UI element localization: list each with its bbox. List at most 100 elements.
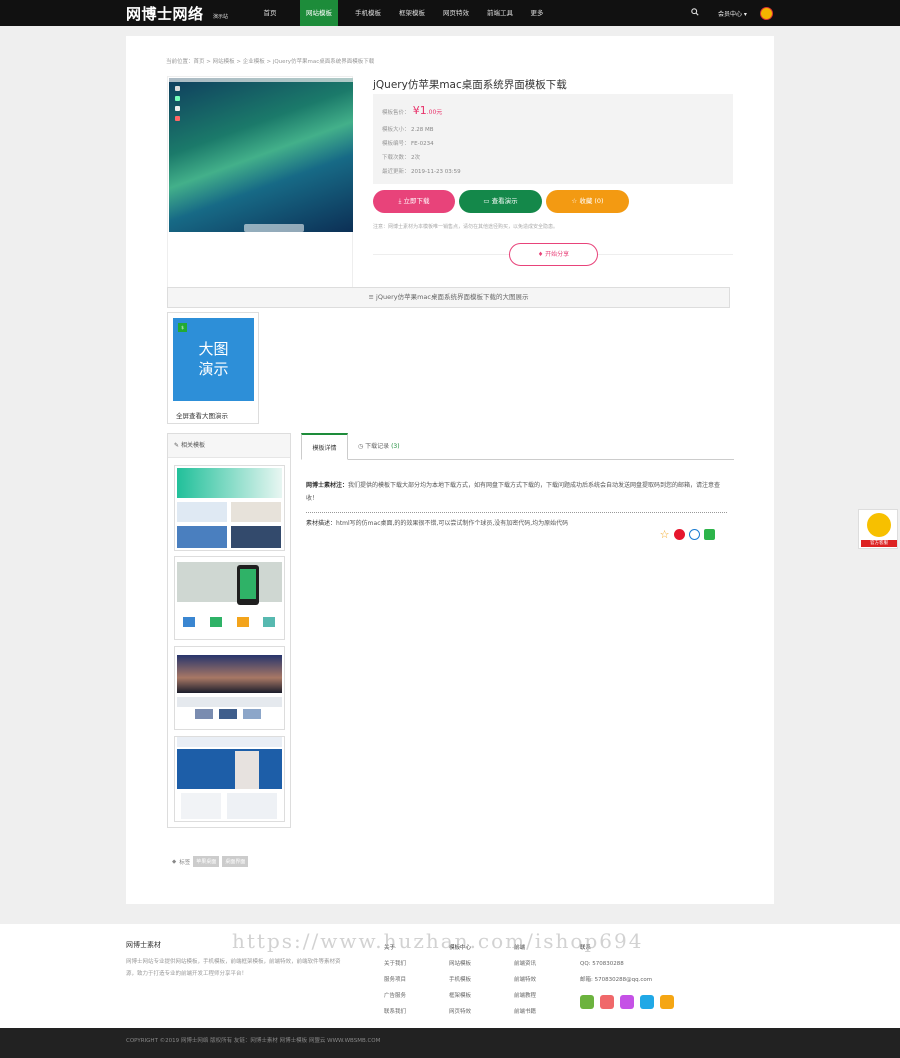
purchase-note: 注意：网博士素材为本模板唯一销售点，请勿在其他途径购买，以免造成安全隐患。: [373, 224, 559, 230]
tags-label: 标签: [179, 859, 191, 866]
footer-link[interactable]: 前端资讯: [514, 956, 536, 972]
footer-email: 邮箱: 570830288@qq.com: [580, 977, 653, 983]
price-value: ¥1: [412, 104, 427, 117]
weibo-icon[interactable]: [674, 529, 685, 540]
code-label: 模板编号：: [382, 141, 410, 147]
detail-tabs: 模板详情 ◷ 下载记录 (3): [301, 433, 734, 460]
top-bar: 网博士网络 演示站 首页 网站模板 手机模板 框架模板 网页特效 前端工具 更多…: [0, 0, 900, 26]
breadcrumb[interactable]: 当前位置：首页 > 网站模板 > 企业模板 > jQuery仿苹果mac桌面系统…: [166, 57, 374, 65]
size-value: 2.28 MB: [411, 127, 434, 133]
related-templates-sidebar: ✎ 相关模板: [167, 433, 291, 828]
pinterest-icon[interactable]: [600, 995, 614, 1009]
nav-frontend-tools[interactable]: 前端工具: [478, 0, 522, 26]
copyright-bar: COPYRIGHT ©2019 网博士网络 版权所有 友链：网博士素材 网博士模…: [0, 1028, 900, 1058]
demo-image-text-1: 大图: [198, 340, 229, 358]
footer-link[interactable]: 网站模板: [449, 956, 471, 972]
download-button[interactable]: ⤓ 立即下载: [373, 190, 455, 213]
template-title: jQuery仿苹果mac桌面系统界面模板下载: [373, 79, 567, 91]
dotted-divider: [306, 512, 727, 513]
member-center-menu[interactable]: 会员中心 ▾: [718, 9, 747, 18]
footer-description: 网博士网站专业提供网站模板，手机模板，前端框架模板，前端特效，前端软件等素材资源…: [126, 959, 341, 977]
price-unit: .00元: [426, 109, 443, 116]
footer-link[interactable]: 服务项目: [384, 972, 406, 988]
site-logo[interactable]: 网博士网络: [126, 3, 204, 24]
footer-link[interactable]: 框架模板: [449, 988, 471, 1004]
description-text: html写的仿mac桌面,的的效果很不错,可以尝试制作个球员,没有加密代码,均为…: [336, 520, 569, 527]
share-label: 开始分享: [545, 251, 570, 258]
footer-link[interactable]: 前端教程: [514, 988, 536, 1004]
pinterest-icon[interactable]: [689, 529, 700, 540]
rss-icon[interactable]: [640, 995, 654, 1009]
template-description: 素材描述：html写的仿mac桌面,的的效果很不错,可以尝试制作个球员,没有加密…: [306, 518, 568, 527]
downloads-label: 下载次数：: [382, 155, 410, 161]
updated-label: 最近更新：: [382, 169, 410, 175]
related-template-thumb[interactable]: [174, 556, 285, 640]
downloads-value: 2次: [411, 155, 420, 161]
demo-corner-badge: $: [178, 323, 187, 332]
footer-social-icons: [580, 995, 674, 1009]
view-demo-button[interactable]: ▭ 查看演示: [459, 190, 542, 213]
footer-link[interactable]: 手机模板: [449, 972, 471, 988]
weibo-icon[interactable]: [580, 995, 594, 1009]
qq-icon[interactable]: [620, 995, 634, 1009]
tab-download-records[interactable]: ◷ 下载记录 (3): [358, 433, 400, 460]
gallery-section-title: jQuery仿苹果mac桌面系统界面模板下载的大图展示: [376, 293, 529, 301]
related-templates-title: 相关模板: [180, 442, 205, 449]
tag-icon: ◆: [172, 858, 177, 865]
qzone-star-icon[interactable]: ☆: [659, 529, 670, 540]
footer-link[interactable]: 前端书籍: [514, 1004, 536, 1020]
main-nav: 首页 网站模板 手机模板 框架模板 网页特效 前端工具 更多: [248, 0, 552, 26]
related-template-thumb[interactable]: [174, 465, 285, 551]
footer-qq: QQ: 570830288: [580, 961, 624, 967]
footer-brand: 网博士素材: [126, 941, 161, 949]
nav-home[interactable]: 首页: [248, 0, 292, 26]
gallery-section-bar: ≡ jQuery仿苹果mac桌面系统界面模板下载的大图展示: [167, 287, 730, 308]
user-avatar[interactable]: [760, 7, 773, 20]
main-card: 当前位置：首页 > 网站模板 > 企业模板 > jQuery仿苹果mac桌面系统…: [126, 36, 774, 904]
download-label: 立即下载: [403, 197, 430, 205]
monitor-icon: ▭: [483, 197, 492, 205]
service-label: 官方客服: [861, 540, 897, 547]
nav-more[interactable]: 更多: [522, 0, 552, 26]
footer-link[interactable]: 广告服务: [384, 988, 406, 1004]
nav-web-effects[interactable]: 网页特效: [434, 0, 478, 26]
tag-item[interactable]: 桌面界面: [222, 856, 249, 867]
social-share-icons: ☆: [659, 529, 715, 540]
footer-link[interactable]: 联系我们: [384, 1004, 406, 1020]
size-label: 模板大小：: [382, 127, 410, 133]
favorite-label: 收藏 (0): [579, 197, 604, 205]
favorite-button[interactable]: ☆ 收藏 (0): [546, 190, 629, 213]
code-value: FE-0234: [411, 141, 434, 147]
wechat-icon[interactable]: [660, 995, 674, 1009]
wrench-icon: ✎: [174, 442, 181, 449]
share-button[interactable]: ♦ 开始分享: [509, 243, 598, 266]
related-template-thumb[interactable]: [174, 646, 285, 730]
records-count: (3): [391, 443, 400, 450]
nav-framework-templates[interactable]: 框架模板: [390, 0, 434, 26]
list-icon: ≡: [368, 293, 377, 301]
tab-template-detail[interactable]: 模板详情: [301, 433, 348, 460]
large-demo-caption[interactable]: 全屏查看大图演示: [176, 410, 228, 420]
service-avatar-icon: [867, 513, 891, 537]
related-template-thumb[interactable]: [174, 736, 285, 822]
large-demo-card[interactable]: 大图 演示 $ 全屏查看大图演示: [167, 312, 259, 424]
watermark-text: https://www.huzhan.com/ishop694: [232, 929, 644, 953]
tag-item[interactable]: 苹果桌面: [193, 856, 220, 867]
notice-text: 我们提供的模板下载大部分均为本地下载方式，如有网盘下载方式下载的，下载问题成功后…: [306, 482, 721, 502]
tag-list: ◆ 标签 苹果桌面 桌面界面: [172, 856, 249, 867]
wechat-icon[interactable]: [704, 529, 715, 540]
notice-label: 网博士素材注：: [306, 482, 349, 489]
footer-link[interactable]: 关于我们: [384, 956, 406, 972]
search-icon[interactable]: [691, 8, 699, 16]
customer-service-float[interactable]: 官方客服: [858, 509, 898, 549]
footer-link[interactable]: 网页特效: [449, 1004, 471, 1020]
template-notice: 网博士素材注：我们提供的模板下载大部分均为本地下载方式，如有网盘下载方式下载的，…: [306, 479, 730, 505]
template-info: 模板售价： ¥1.00元 模板大小：2.28 MB 模板编号：FE-0234 下…: [373, 94, 733, 184]
records-label: 下载记录: [365, 443, 390, 450]
nav-mobile-templates[interactable]: 手机模板: [346, 0, 390, 26]
template-preview[interactable]: [167, 76, 353, 298]
description-label: 素材描述：: [306, 520, 337, 527]
nav-web-templates[interactable]: 网站模板: [300, 0, 338, 26]
footer-link[interactable]: 前端特效: [514, 972, 536, 988]
large-demo-image: 大图 演示 $: [173, 318, 254, 401]
